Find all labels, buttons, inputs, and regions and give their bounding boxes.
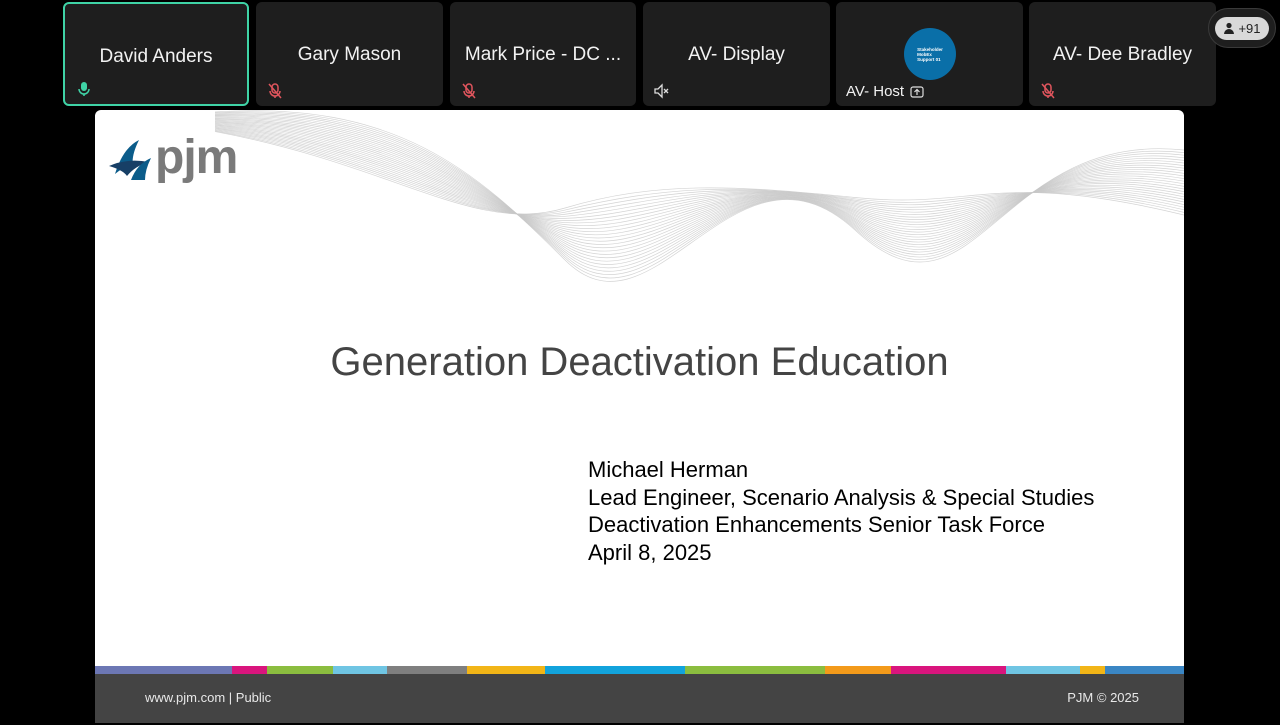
logo-text: pjm [155,131,238,184]
footer-website: www.pjm.com | Public [145,690,272,705]
presenter-name: Michael Herman [588,457,749,482]
participant-name: David Anders [99,46,213,67]
presenter-block: Michael Herman Lead Engineer, Scenario A… [588,456,1108,566]
participant-tile-gary-mason[interactable]: Gary Mason [256,2,443,106]
slide-footer: www.pjm.com | Public PJM © 2025 [95,674,1184,723]
participant-name: AV- Dee Bradley [1052,44,1193,65]
participant-tile-av-dee-bradley[interactable]: AV- Dee Bradley [1029,2,1216,106]
host-name: AV- Host [846,83,905,100]
share-screen-icon [910,85,924,98]
color-bar-segment [232,666,267,674]
microphone-muted-icon [268,83,282,99]
footer-copyright: PJM © 2025 [1067,690,1139,705]
wave-line [214,117,1184,255]
participant-name: Gary Mason [297,44,402,65]
microphone-active-icon [78,82,90,96]
more-participants-count: +91 [1238,20,1261,36]
person-icon [1224,22,1235,34]
color-bar-segment [467,666,545,674]
participant-name: Mark Price - DC ... [464,44,622,65]
pjm-logo: pjm [109,131,238,184]
shared-slide: pjm Generation Deactivation Education Mi… [95,110,1184,723]
color-bar-segment [95,666,232,674]
more-participants-badge: +91 [1215,16,1269,40]
host-label: AV- Host [846,83,924,100]
avatar: Stakeholder MobEx Support 01 [904,28,956,80]
microphone-muted-icon [462,83,476,99]
presenter-role: Lead Engineer, Scenario Analysis & Speci… [588,484,1095,510]
slide-title: Generation Deactivation Education [330,340,949,384]
color-bar-segment [387,666,467,674]
wave-line [214,122,1184,236]
wave-line [214,129,1184,216]
color-bar-segment [333,666,387,674]
color-bar-segment [545,666,685,674]
color-bar-segment [1006,666,1080,674]
color-bar-segment [825,666,891,674]
speaker-muted-icon [654,83,669,99]
participant-tile-av-display[interactable]: AV- Display [643,2,830,106]
color-bar-segment [1080,666,1105,674]
color-bar-segment [891,666,1006,674]
footer-color-bar [95,666,1184,674]
color-bar-segment [267,666,333,674]
wave-line [214,127,1184,219]
wave-line [214,120,1184,245]
wave-line [214,119,1184,249]
microphone-muted-icon [1041,83,1055,99]
decorative-waves [214,110,1184,282]
participant-tile-david-anders[interactable]: David Anders [63,2,249,106]
pjm-logo-icon [109,140,151,180]
participant-tile-mark-price[interactable]: Mark Price - DC ... [450,2,636,106]
wave-line [214,126,1184,221]
participant-name: AV- Display [688,44,785,65]
color-bar-segment [1105,666,1184,674]
avatar-text: Stakeholder MobEx Support 01 [917,46,943,62]
presentation-date: April 8, 2025 [588,539,712,565]
presenter-group: Deactivation Enhancements Senior Task Fo… [588,512,1045,537]
more-participants-button[interactable]: +91 [1208,8,1276,48]
wave-line [214,121,1184,239]
color-bar-segment [685,666,825,674]
participant-tile-av-host[interactable]: Stakeholder MobEx Support 01 AV- Host [836,2,1023,106]
